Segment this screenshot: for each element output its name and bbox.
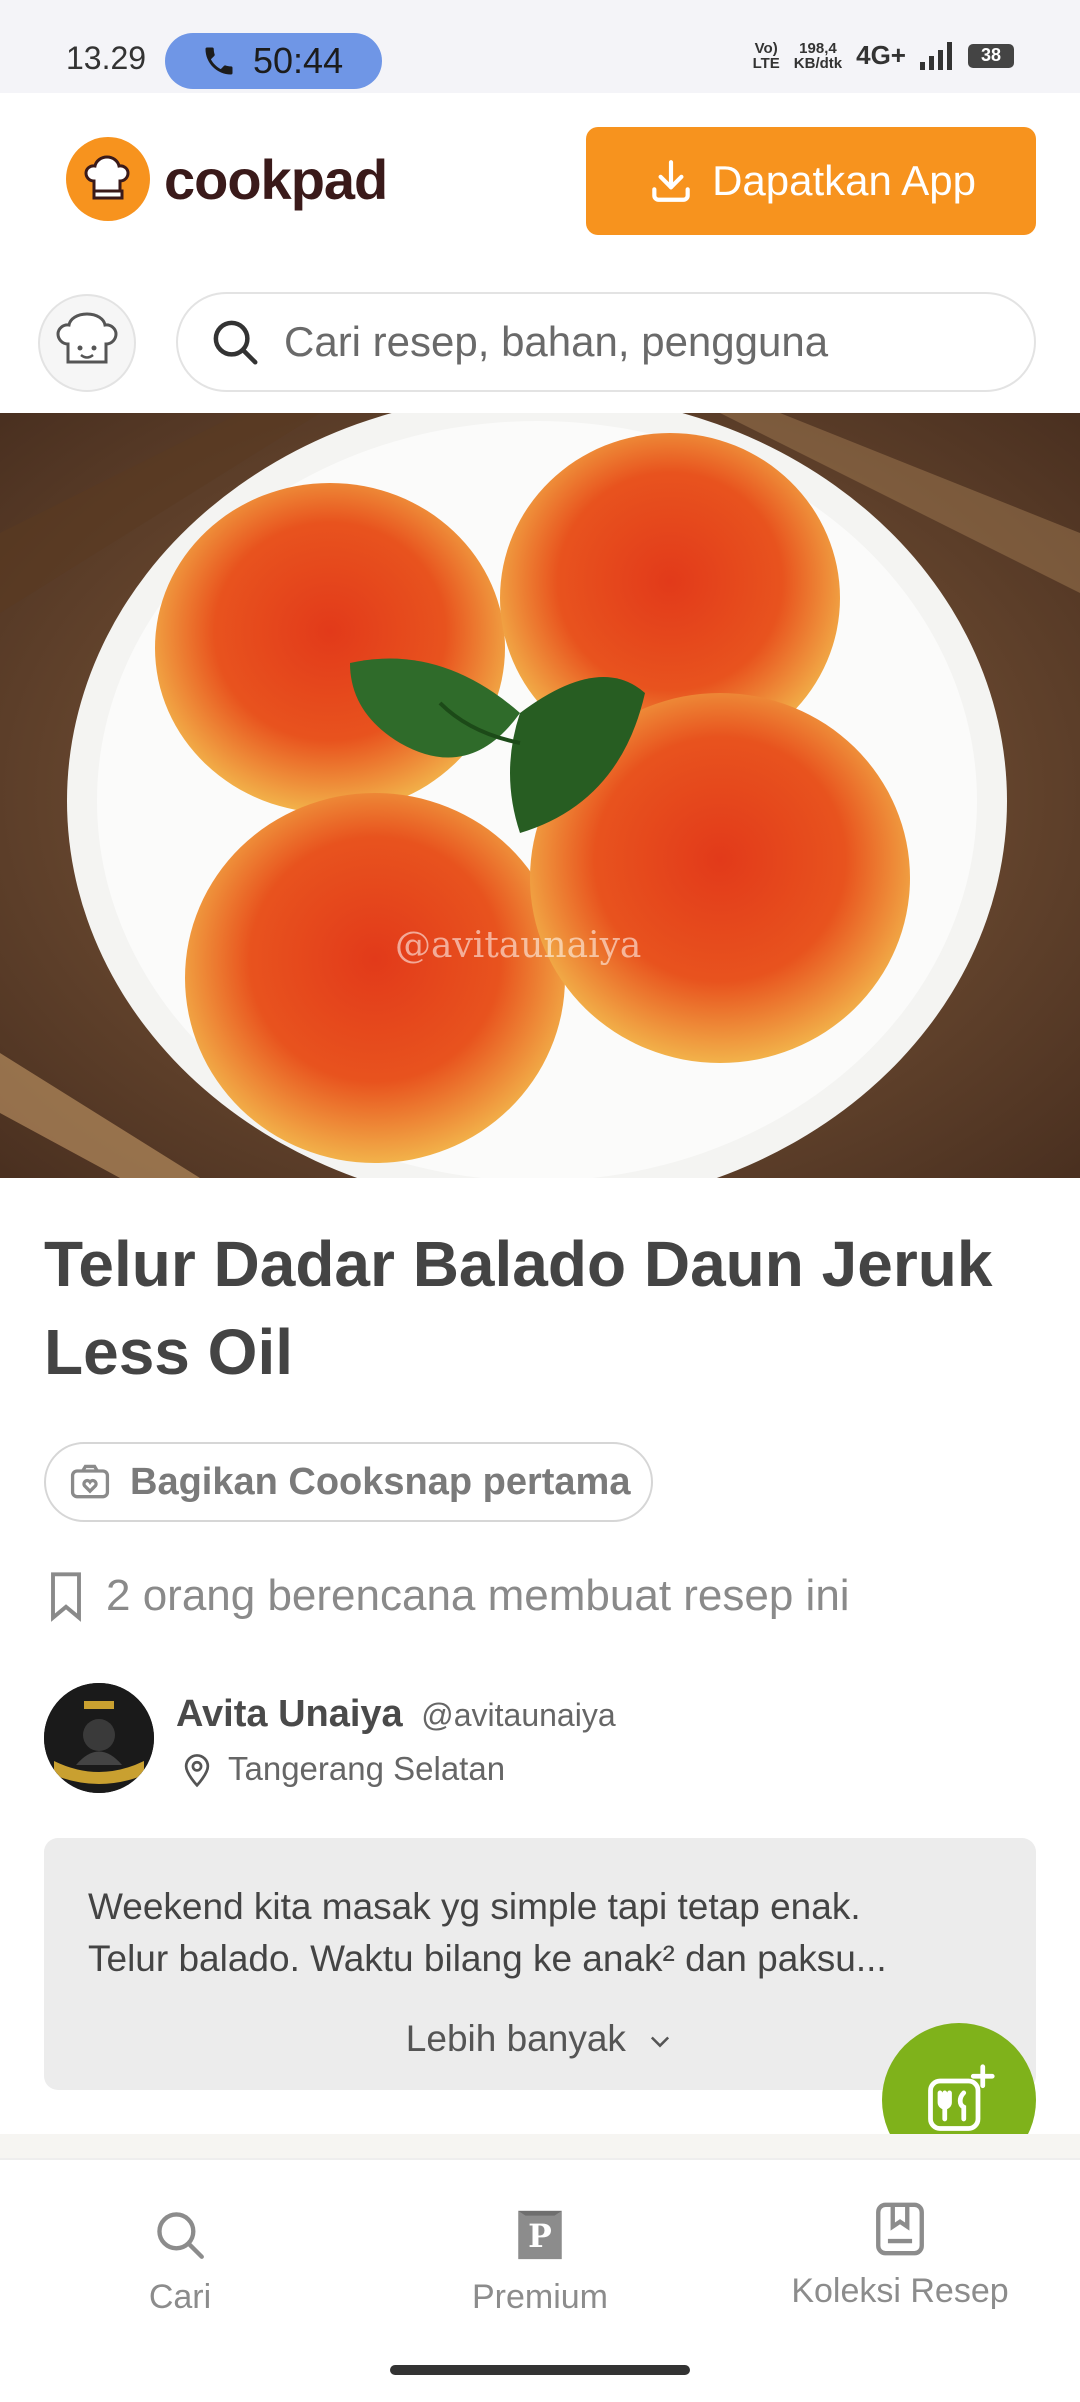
camera-heart-icon (70, 1464, 110, 1499)
chef-hat-icon (66, 137, 150, 221)
plan-count: 2 orang berencana membuat resep ini (44, 1570, 850, 1622)
call-timer: 50:44 (253, 40, 344, 81)
search-icon (213, 320, 258, 365)
nav-item-collection[interactable]: Koleksi Resep (750, 2194, 1050, 2311)
premium-icon: P (518, 2210, 562, 2260)
network-type: 4G+ (856, 40, 906, 70)
ongoing-call-pill[interactable]: 50:44 (165, 33, 382, 89)
section-divider (0, 2134, 1080, 2158)
volte-top: Vo) (754, 39, 778, 57)
logo-text: cookpad (164, 147, 388, 211)
plan-text: 2 orang berencana membuat resep ini (106, 1571, 850, 1620)
nav-item-search[interactable]: Cari (30, 2200, 330, 2317)
author-name-line[interactable]: Avita Unaiya @avitaunaiya (176, 1693, 616, 1736)
home-indicator[interactable] (390, 2365, 690, 2375)
signal-icon (920, 41, 952, 70)
author-handle[interactable]: @avitaunaiya (421, 1697, 615, 1733)
author-avatar-image (44, 1683, 154, 1793)
bookmark-icon (51, 1572, 81, 1622)
chef-avatar-icon (56, 312, 118, 364)
share-cooksnap-label: Bagikan Cooksnap pertama (130, 1460, 631, 1503)
download-icon (652, 160, 690, 202)
recipe-photo-illustration (0, 413, 1080, 1178)
get-app-label: Dapatkan App (712, 157, 976, 204)
location-pin-icon (184, 1754, 210, 1788)
battery-icon: 38 (968, 43, 1014, 68)
volte-indicator: Vo) LTE (753, 41, 780, 71)
net-speed-value: 198,4 (799, 39, 837, 57)
collection-icon (876, 2202, 924, 2256)
svg-text:P: P (528, 2219, 552, 2255)
description-line-2: Telur balado. Waktu bilang ke anak² dan … (88, 1938, 887, 1979)
profile-avatar-button[interactable] (38, 294, 136, 392)
location-text: Tangerang Selatan (228, 1750, 506, 1787)
search-placeholder: Cari resep, bahan, pengguna (284, 318, 829, 365)
volte-bottom: LTE (752, 54, 780, 72)
add-recipe-icon (928, 2064, 995, 2131)
app-header: cookpad Dapatkan App (0, 93, 1080, 273)
phone-icon (205, 47, 233, 75)
description-line-1: Weekend kita masak yg simple tapi tetap … (88, 1886, 861, 1927)
net-speed: 198,4 KB/dtk (794, 41, 842, 71)
author-name[interactable]: Avita Unaiya (176, 1693, 403, 1735)
search-icon (157, 2212, 204, 2259)
recipe-description: Weekend kita masak yg simple tapi tetap … (44, 1838, 1036, 2090)
clock: 13.29 (66, 40, 147, 76)
author-avatar[interactable] (44, 1683, 154, 1793)
chevron-down-icon (651, 2036, 670, 2048)
status-bar: 13.29 50:44 Vo) LTE 198,4 KB/dtk 4G+ 38 (0, 0, 1080, 93)
nav-label-search: Cari (148, 2278, 212, 2316)
nav-label-premium: Premium (471, 2278, 609, 2316)
cookpad-logo[interactable]: cookpad (66, 137, 388, 221)
status-indicators: Vo) LTE 198,4 KB/dtk 4G+ 38 (753, 40, 1014, 71)
recipe-photo[interactable]: @avitaunaiya (0, 413, 1080, 1178)
author-location: Tangerang Selatan (180, 1750, 505, 1788)
nav-item-premium[interactable]: P Premium (390, 2200, 690, 2317)
show-more-button[interactable]: Lebih banyak (44, 2018, 1036, 2060)
recipe-title: Telur Dadar Balado Daun Jeruk Less Oil (44, 1228, 993, 1388)
get-app-button[interactable]: Dapatkan App (586, 127, 1036, 235)
nav-label-collection: Koleksi Resep (791, 2272, 1009, 2310)
show-more-label: Lebih banyak (405, 2018, 626, 2059)
net-speed-unit: KB/dtk (793, 54, 843, 72)
search-bar[interactable]: Cari resep, bahan, pengguna (176, 292, 1036, 392)
photo-watermark: @avitaunaiya (395, 925, 642, 966)
share-cooksnap-button[interactable]: Bagikan Cooksnap pertama (44, 1442, 653, 1522)
